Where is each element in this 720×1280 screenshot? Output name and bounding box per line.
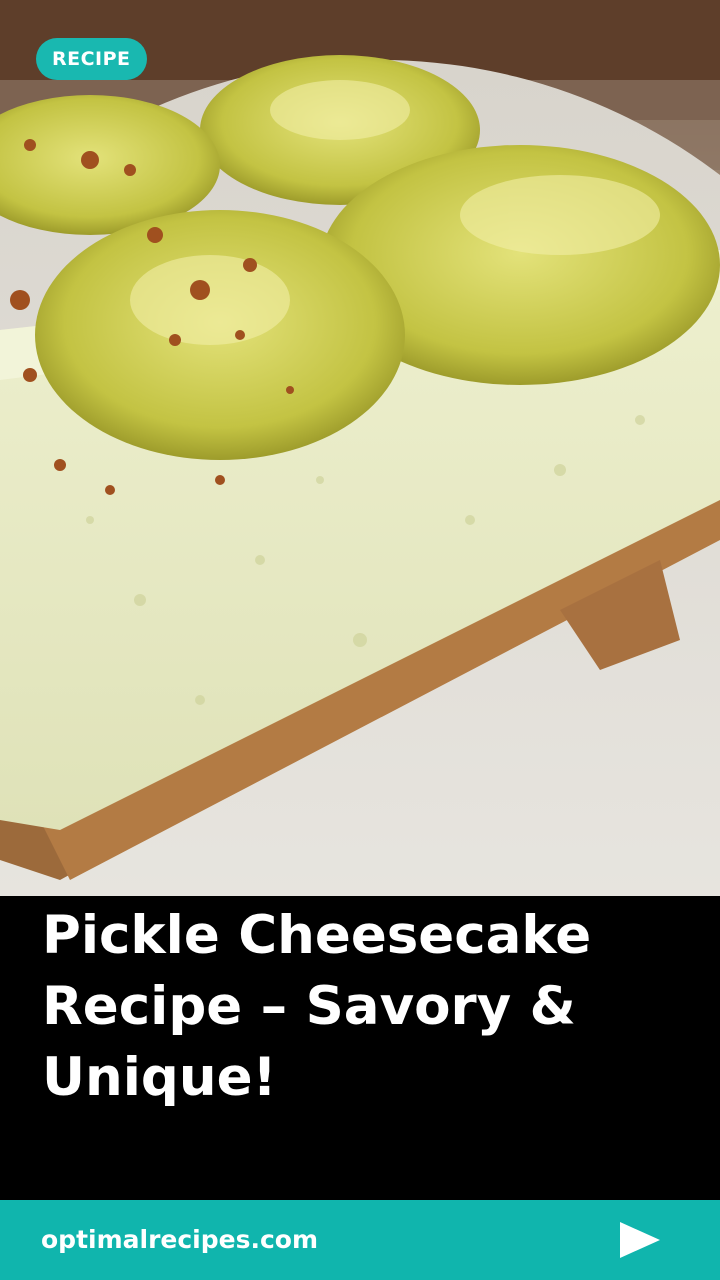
play-icon[interactable] xyxy=(618,1221,662,1259)
hero-image: RECIPE xyxy=(0,0,720,896)
page-title: Pickle Cheesecake Recipe – Savory & Uniq… xyxy=(42,905,592,1108)
footer-bar[interactable]: optimalrecipes.com xyxy=(0,1200,720,1280)
recipe-badge: RECIPE xyxy=(36,38,147,80)
cheesecake-illustration xyxy=(0,0,720,896)
site-link[interactable]: optimalrecipes.com xyxy=(41,1225,318,1255)
title-area: Pickle Cheesecake Recipe – Savory & Uniq… xyxy=(0,896,720,1200)
